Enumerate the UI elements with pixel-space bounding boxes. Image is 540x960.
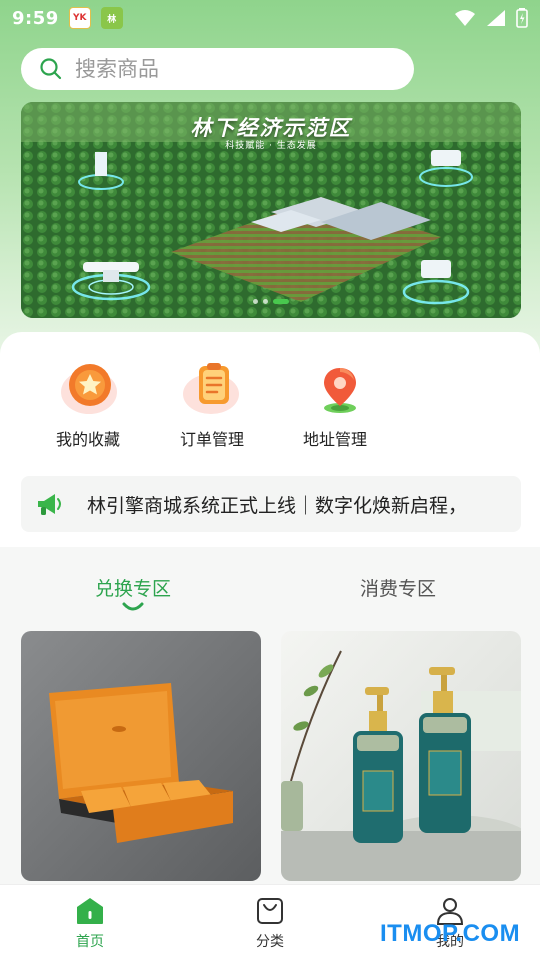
announcement-bar[interactable]: 林引擎商城系统正式上线｜数字化焕新启程， <box>21 476 521 532</box>
banner-subtitle: 科技赋能 · 生态发展 <box>225 141 317 151</box>
notification-app-icon: YK <box>68 7 91 29</box>
address-button[interactable]: 地址管理 <box>280 360 390 455</box>
product-card[interactable] <box>21 631 261 881</box>
category-tabs: 兑换专区 消费专区 <box>0 560 540 616</box>
notification-app-icon: 林 <box>100 7 123 29</box>
banner-carousel[interactable]: 林下经济示范区 科技赋能 · 生态发展 <box>21 102 521 318</box>
nav-home[interactable]: 首页 <box>45 897 135 951</box>
orders-button[interactable]: 订单管理 <box>157 360 267 455</box>
wifi-icon <box>455 10 475 26</box>
watermark-text: ITMOP.COM <box>380 920 521 947</box>
carousel-indicator <box>21 299 521 304</box>
home-icon <box>77 898 103 924</box>
product-card[interactable] <box>281 631 521 881</box>
favorites-label: 我的收藏 <box>55 430 120 449</box>
address-label: 地址管理 <box>302 430 367 449</box>
shopping-bag-icon <box>257 898 283 924</box>
location-pin-icon <box>324 368 356 413</box>
clipboard-icon <box>183 363 239 414</box>
search-icon <box>40 58 62 80</box>
status-bar: 9:59 YK 林 <box>0 0 540 36</box>
nav-category-label: 分类 <box>256 934 284 950</box>
search-input[interactable] <box>75 57 375 81</box>
favorites-button[interactable]: 我的收藏 <box>33 360 143 455</box>
nav-category[interactable]: 分类 <box>225 897 315 951</box>
carousel-dot[interactable] <box>263 299 268 304</box>
orders-label: 订单管理 <box>179 430 244 449</box>
tab-active-indicator <box>122 602 144 611</box>
star-icon <box>61 364 117 414</box>
product-image-shampoo <box>281 631 521 881</box>
status-time: 9:59 <box>12 7 59 29</box>
carousel-dot-active[interactable] <box>273 299 289 304</box>
megaphone-icon <box>38 494 61 515</box>
carousel-dot[interactable] <box>253 299 258 304</box>
battery-icon <box>516 8 528 28</box>
nav-home-label: 首页 <box>76 934 104 950</box>
tab-exchange[interactable]: 兑换专区 <box>95 574 171 601</box>
search-bar[interactable] <box>21 48 414 90</box>
announcement-text: 林引擎商城系统正式上线｜数字化焕新启程， <box>87 494 468 517</box>
signal-icon <box>487 10 505 26</box>
product-image-tea-box <box>21 631 261 881</box>
tab-consumption[interactable]: 消费专区 <box>360 574 436 601</box>
